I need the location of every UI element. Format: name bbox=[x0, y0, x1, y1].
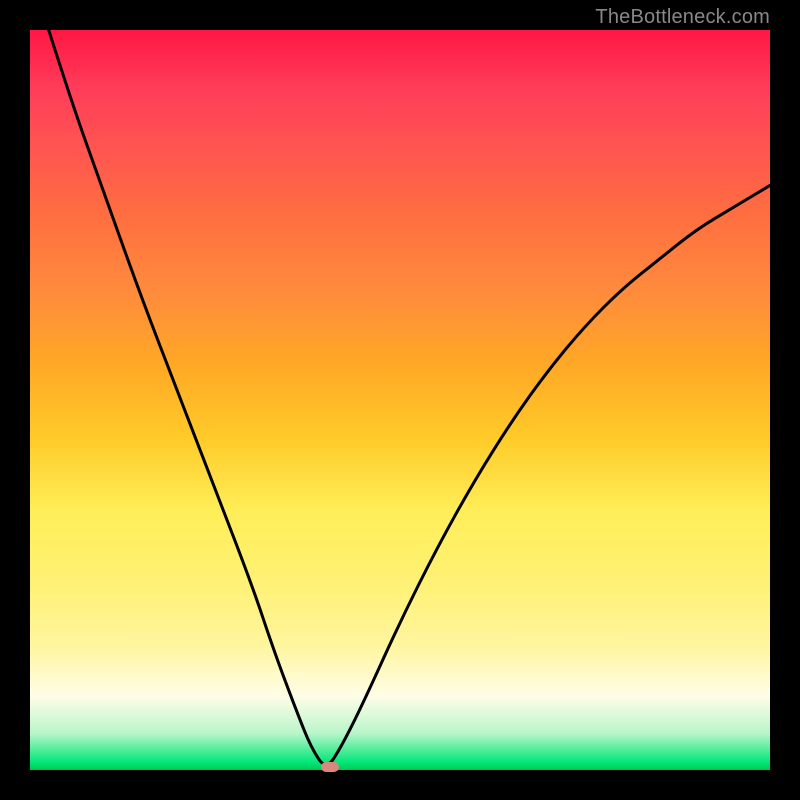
watermark-text: TheBottleneck.com bbox=[595, 6, 770, 29]
curve-path bbox=[30, 0, 770, 764]
chart-container: TheBottleneck.com bbox=[0, 0, 800, 800]
bottleneck-curve bbox=[30, 30, 770, 770]
minimum-marker bbox=[321, 762, 339, 772]
plot-area bbox=[30, 30, 770, 770]
